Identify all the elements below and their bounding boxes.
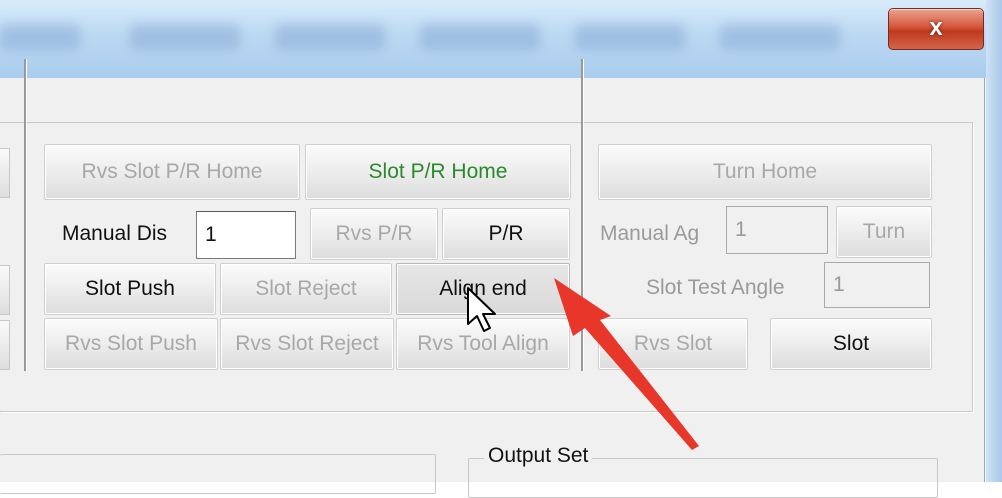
- close-icon: x: [929, 14, 943, 41]
- slot-pr-home-button[interactable]: Slot P/R Home: [305, 144, 571, 200]
- field-value: 1: [205, 223, 217, 246]
- button-label: Slot P/R Home: [368, 160, 508, 183]
- slot-reject-button[interactable]: Slot Reject: [220, 263, 392, 315]
- partial-button[interactable]: [0, 265, 10, 315]
- blurred-tab: [720, 24, 840, 50]
- slot-test-angle-input[interactable]: 1: [824, 262, 930, 308]
- button-label: Slot: [832, 332, 870, 355]
- blurred-tab: [575, 24, 685, 50]
- button-label: Slot Push: [85, 277, 175, 300]
- manual-dis-label: Manual Dis: [62, 222, 168, 245]
- separator: [581, 59, 583, 371]
- button-label: P/R: [488, 222, 524, 245]
- button-label: Slot Reject: [255, 277, 357, 300]
- separator: [24, 59, 26, 371]
- output-set-title: Output Set: [484, 444, 593, 468]
- pr-button[interactable]: P/R: [442, 208, 570, 260]
- rvs-slot-reject-button[interactable]: Rvs Slot Reject: [220, 318, 394, 370]
- button-label: Rvs P/R: [335, 222, 413, 245]
- blurred-tab: [420, 24, 540, 50]
- partial-button[interactable]: [0, 320, 10, 370]
- slot-push-button[interactable]: Slot Push: [44, 263, 216, 315]
- turn-home-button[interactable]: Turn Home: [598, 144, 932, 200]
- rvs-slot-button[interactable]: Rvs Slot: [598, 318, 748, 370]
- button-label: Turn Home: [712, 160, 818, 183]
- rvs-pr-button[interactable]: Rvs P/R: [310, 208, 438, 260]
- close-button[interactable]: x: [888, 8, 984, 50]
- button-label: Rvs Slot Push: [65, 332, 197, 355]
- window-titlebar: x: [0, 0, 1002, 78]
- slot-button[interactable]: Slot: [770, 318, 932, 370]
- blurred-tab: [0, 24, 80, 50]
- manual-dis-input[interactable]: 1: [196, 211, 296, 259]
- manual-ag-input[interactable]: 1: [726, 206, 828, 254]
- manual-ag-label: Manual Ag: [600, 222, 700, 245]
- blurred-tab: [130, 24, 240, 50]
- slot-test-angle-label: Slot Test Angle: [646, 276, 785, 299]
- partial-button[interactable]: [0, 148, 10, 198]
- button-label: Turn: [862, 220, 906, 243]
- field-value: 1: [735, 218, 747, 241]
- blurred-tab: [275, 24, 385, 50]
- rvs-slot-pr-home-button[interactable]: Rvs Slot P/R Home: [44, 144, 300, 200]
- rvs-slot-push-button[interactable]: Rvs Slot Push: [44, 318, 218, 370]
- turn-button[interactable]: Turn: [836, 206, 932, 258]
- arrow-pointer-icon: [467, 287, 496, 332]
- button-label: Rvs Slot Reject: [235, 332, 379, 355]
- field-value: 1: [833, 273, 845, 296]
- button-label: Rvs Slot P/R Home: [81, 160, 263, 183]
- button-label: Rvs Slot: [633, 332, 713, 355]
- window-frame-right: [986, 0, 1002, 482]
- button-label: Rvs Tool Align: [417, 332, 549, 355]
- left-group-box: [0, 454, 436, 494]
